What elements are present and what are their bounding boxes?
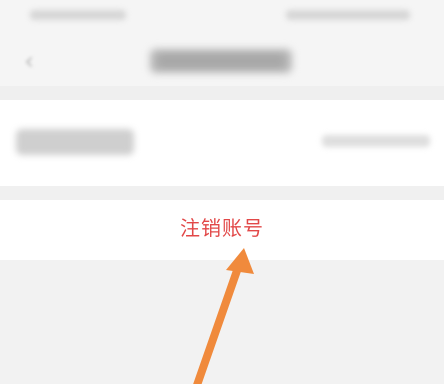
chevron-left-icon: ‹ (24, 47, 34, 75)
cancel-account-button[interactable]: 注销账号 (0, 213, 444, 243)
bound-phone-label-blurred (16, 129, 134, 155)
status-bar (0, 0, 444, 36)
status-right-blurred (286, 10, 410, 20)
bound-phone-value-blurred (322, 135, 430, 147)
back-button[interactable]: ‹ (14, 46, 44, 76)
section-divider-2 (0, 186, 444, 200)
screen: ‹ 注销账号 (0, 0, 444, 384)
nav-bar: ‹ (0, 36, 444, 86)
cancel-account-row[interactable]: 注销账号 (0, 200, 444, 260)
empty-area (0, 260, 444, 384)
page-title-blurred (150, 49, 292, 73)
bound-phone-row[interactable] (0, 100, 444, 186)
status-left-blurred (30, 10, 126, 20)
page-title-text (158, 53, 284, 69)
section-divider (0, 86, 444, 100)
